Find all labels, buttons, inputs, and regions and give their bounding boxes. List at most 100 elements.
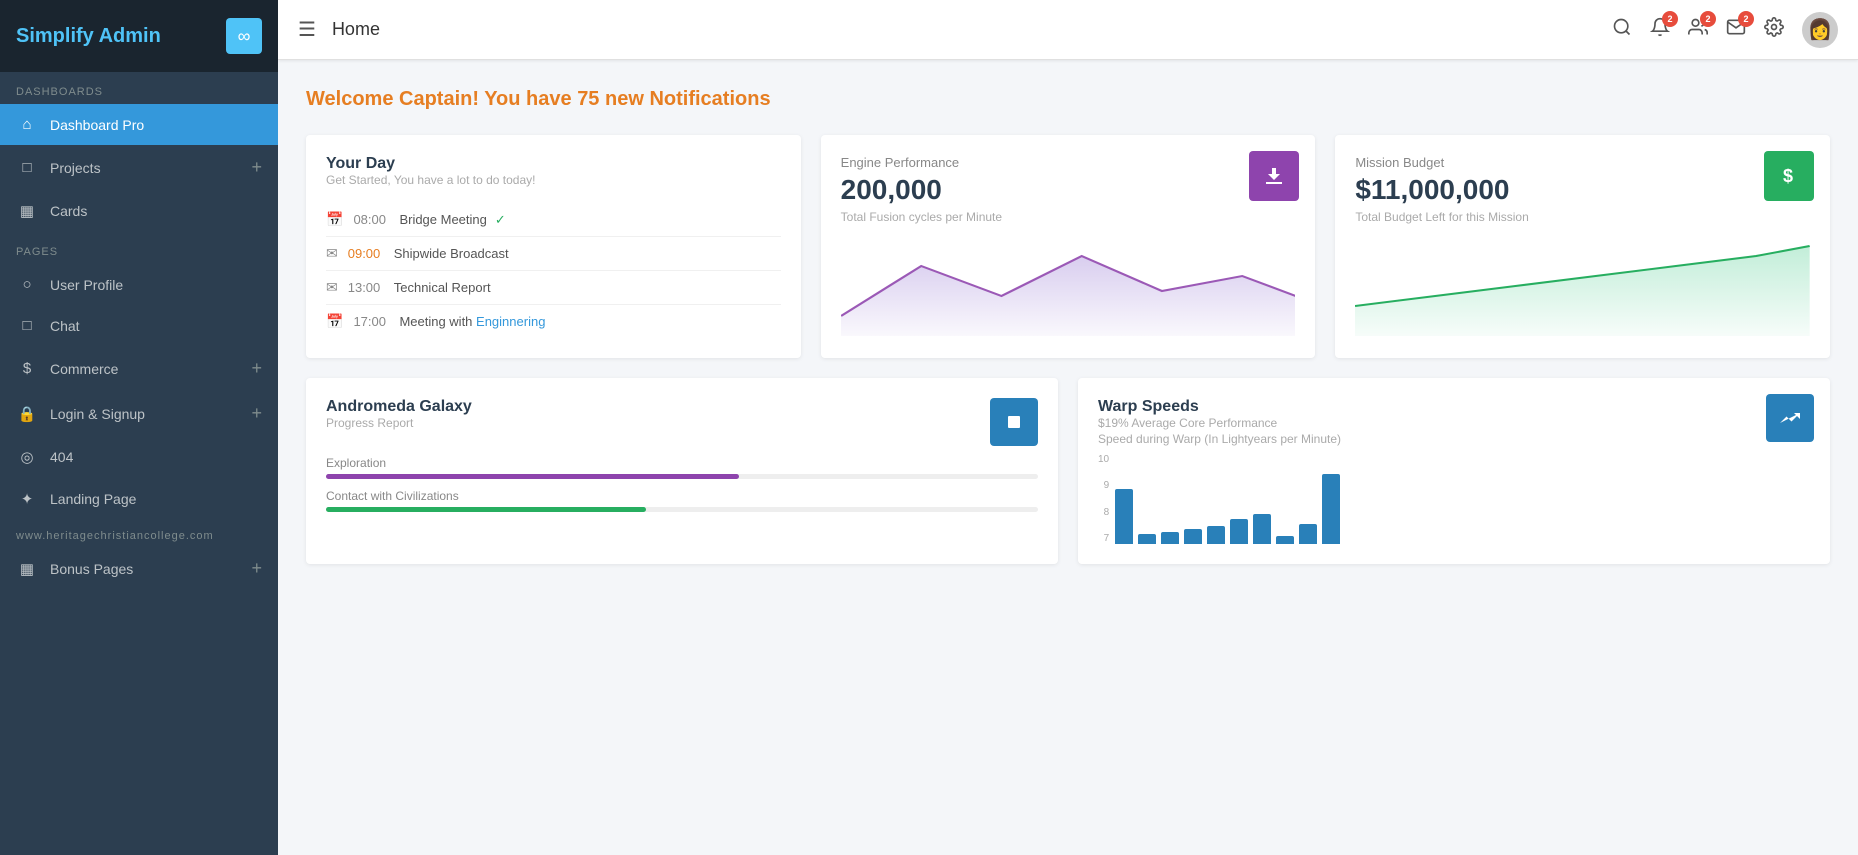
sidebar-item-login-signup[interactable]: 🔒 Login & Signup + xyxy=(0,391,278,436)
engine-title: Engine Performance xyxy=(841,155,1296,170)
day-item-broadcast: ✉ 09:00 Shipwide Broadcast xyxy=(326,237,781,271)
sidebar-item-label: 404 xyxy=(50,449,73,465)
sidebar-item-landing-page[interactable]: ✦ Landing Page xyxy=(0,478,278,520)
sidebar-header: Simplify Admin ∞ xyxy=(0,0,278,72)
settings-button[interactable] xyxy=(1764,17,1784,43)
mission-budget-card: $ Mission Budget $11,000,000 Total Budge… xyxy=(1335,135,1830,358)
bar-1 xyxy=(1115,489,1133,544)
bar-9 xyxy=(1299,524,1317,544)
notifications-button[interactable]: 2 xyxy=(1650,17,1670,43)
andromeda-header: Andromeda Galaxy Progress Report xyxy=(326,398,1038,446)
home-icon: ⌂ xyxy=(16,116,38,133)
landing-icon: ✦ xyxy=(16,490,38,508)
sidebar-item-404[interactable]: ◎ 404 xyxy=(0,436,278,478)
bar-8 xyxy=(1276,536,1294,544)
dollar-icon: $ xyxy=(1764,151,1814,201)
sidebar-item-label: Commerce xyxy=(50,361,118,377)
welcome-text-before: Welcome Captain! You have xyxy=(306,88,577,110)
welcome-count: 75 xyxy=(577,88,599,110)
sidebar-item-dashboard-pro[interactable]: ⌂ Dashboard Pro xyxy=(0,104,278,145)
bonus-icon: ▦ xyxy=(16,560,38,578)
y-label-9: 9 xyxy=(1098,480,1109,491)
andromeda-title: Andromeda Galaxy xyxy=(326,398,472,416)
plus-icon: + xyxy=(251,157,262,178)
sidebar-item-label: User Profile xyxy=(50,277,123,293)
your-day-title: Your Day xyxy=(326,155,781,173)
engine-value: 200,000 xyxy=(841,174,1296,206)
your-day-card: Your Day Get Started, You have a lot to … xyxy=(306,135,801,358)
bar-7 xyxy=(1253,514,1271,544)
calendar-icon: 📅 xyxy=(326,211,343,228)
sidebar-item-label: Login & Signup xyxy=(50,406,145,422)
download-icon xyxy=(1249,151,1299,201)
y-label-10: 10 xyxy=(1098,454,1109,465)
user-icon: ○ xyxy=(16,276,38,293)
cards-icon: ▦ xyxy=(16,202,38,220)
sidebar-item-bonus-pages[interactable]: ▦ Bonus Pages + xyxy=(0,546,278,591)
warp-bar-chart: 10 9 8 7 xyxy=(1098,454,1810,544)
content-area: Welcome Captain! You have 75 new Notific… xyxy=(278,60,1858,855)
mail-badge: 2 xyxy=(1738,11,1754,27)
sidebar-footer-url: www.heritagechristiancollege.com xyxy=(0,520,278,546)
sidebar-item-projects[interactable]: □ Projects + xyxy=(0,145,278,190)
welcome-text-after: new Notifications xyxy=(599,88,770,110)
warp-title: Warp Speeds xyxy=(1098,398,1810,416)
chat-icon: □ xyxy=(16,317,38,334)
warp-icon xyxy=(1766,394,1814,442)
sidebar-item-label: Chat xyxy=(50,318,80,334)
engine-performance-card: Engine Performance 200,000 Total Fusion … xyxy=(821,135,1316,358)
sidebar-item-label: Projects xyxy=(50,160,101,176)
bar-4 xyxy=(1184,529,1202,544)
page-title: Home xyxy=(332,19,1612,40)
bar-10 xyxy=(1322,474,1340,544)
bar-3 xyxy=(1161,532,1179,544)
users-button[interactable]: 2 xyxy=(1688,17,1708,43)
check-icon: ✓ xyxy=(495,212,506,228)
sidebar-item-chat[interactable]: □ Chat xyxy=(0,305,278,346)
mail-icon: ✉ xyxy=(326,279,338,296)
sidebar-item-user-profile[interactable]: ○ User Profile xyxy=(0,264,278,305)
contact-progress xyxy=(326,507,1038,512)
engineering-link[interactable]: Enginnering xyxy=(476,314,545,329)
plus-icon: + xyxy=(251,358,262,379)
engine-chart xyxy=(841,236,1296,336)
error-icon: ◎ xyxy=(16,448,38,466)
user-avatar[interactable]: 👩 xyxy=(1802,12,1838,48)
plus-icon: + xyxy=(251,403,262,424)
mail-button[interactable]: 2 xyxy=(1726,17,1746,43)
warp-speeds-card: Warp Speeds $19% Average Core Performanc… xyxy=(1078,378,1830,564)
sidebar-item-label: Dashboard Pro xyxy=(50,117,144,133)
andromeda-icon xyxy=(990,398,1038,446)
engine-subtitle: Total Fusion cycles per Minute xyxy=(841,210,1296,224)
sidebar-section-pages: PAGES xyxy=(0,232,278,264)
budget-title: Mission Budget xyxy=(1355,155,1810,170)
exploration-label: Exploration xyxy=(326,456,1038,470)
sidebar-item-cards[interactable]: ▦ Cards xyxy=(0,190,278,232)
welcome-message: Welcome Captain! You have 75 new Notific… xyxy=(306,88,1830,111)
sidebar-item-commerce[interactable]: $ Commerce + xyxy=(0,346,278,391)
topbar-actions: 2 2 2 👩 xyxy=(1612,12,1838,48)
search-button[interactable] xyxy=(1612,17,1632,43)
andromeda-card: Andromeda Galaxy Progress Report Explora… xyxy=(306,378,1058,564)
bottom-cards-row: Andromeda Galaxy Progress Report Explora… xyxy=(306,378,1830,564)
commerce-icon: $ xyxy=(16,360,38,377)
day-item-report: ✉ 13:00 Technical Report xyxy=(326,271,781,305)
sidebar-item-label: Cards xyxy=(50,203,87,219)
exploration-bar xyxy=(326,474,739,479)
bar-2 xyxy=(1138,534,1156,544)
menu-icon[interactable]: ☰ xyxy=(298,17,316,42)
y-label-7: 7 xyxy=(1098,533,1109,544)
bar-6 xyxy=(1230,519,1248,544)
sidebar: Simplify Admin ∞ DASHBOARDS ⌂ Dashboard … xyxy=(0,0,278,855)
top-cards-row: Your Day Get Started, You have a lot to … xyxy=(306,135,1830,358)
svg-text:$: $ xyxy=(1783,166,1793,186)
your-day-subtitle: Get Started, You have a lot to do today! xyxy=(326,173,781,187)
contact-bar xyxy=(326,507,646,512)
sidebar-title: Simplify Admin xyxy=(16,25,161,48)
warp-subtitle: $19% Average Core Performance xyxy=(1098,416,1810,430)
sidebar-section-dashboards: DASHBOARDS xyxy=(0,72,278,104)
sidebar-item-label: Landing Page xyxy=(50,491,136,507)
day-item-bridge: 📅 08:00 Bridge Meeting ✓ xyxy=(326,203,781,237)
mail-icon: ✉ xyxy=(326,245,338,262)
bar-5 xyxy=(1207,526,1225,544)
